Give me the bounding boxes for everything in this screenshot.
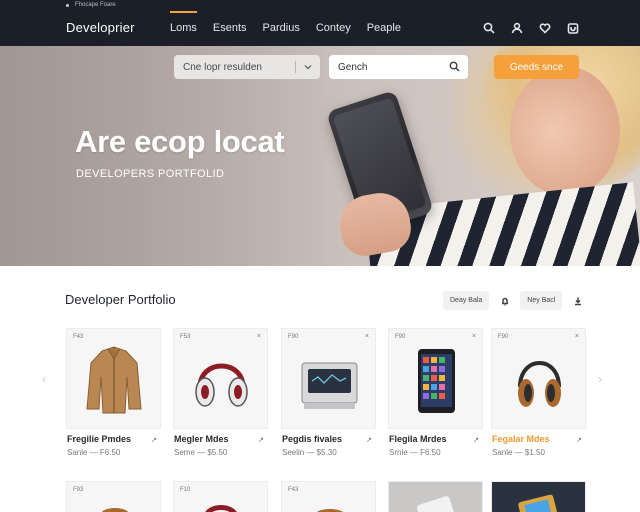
search-icon[interactable] bbox=[449, 61, 460, 72]
hero-cta-button[interactable]: Geeds snce bbox=[494, 55, 579, 79]
nav-link-loms[interactable]: Loms bbox=[168, 11, 199, 34]
hero-face bbox=[510, 66, 620, 196]
product-image[interactable] bbox=[388, 481, 483, 512]
search-icon[interactable] bbox=[482, 21, 496, 35]
top-strip-text: Fhocape Foare bbox=[75, 2, 116, 8]
product-card[interactable]: F43 Fregilie Pmdes Sanle — F6.50 ↗ bbox=[66, 328, 161, 457]
tablet-icon bbox=[418, 349, 455, 413]
heart-icon[interactable] bbox=[538, 21, 552, 35]
page: Fhocape Foare Developrier Loms Esents Pa… bbox=[0, 0, 640, 512]
carousel-next-icon[interactable]: › bbox=[598, 372, 608, 386]
product-card[interactable] bbox=[491, 481, 586, 512]
product-card[interactable]: F53 × Megler Mdes Seme — $5.50 ↗ bbox=[173, 328, 268, 457]
product-thumb-icon bbox=[101, 508, 129, 512]
jacket-icon bbox=[86, 346, 142, 414]
hero-banner: Cne lopr resulden Geeds snce Are ecop lo… bbox=[0, 46, 640, 266]
hero-search-input[interactable] bbox=[338, 61, 438, 73]
nav-link-contey[interactable]: Contey bbox=[314, 22, 353, 34]
product-thumb-icon bbox=[518, 494, 558, 512]
arrow-icon[interactable]: ↗ bbox=[258, 436, 264, 444]
section-title: Developer Portfolio bbox=[65, 292, 176, 307]
product-image[interactable]: F90 × bbox=[491, 328, 586, 429]
product-price: Seelin — $5.30 bbox=[282, 448, 337, 457]
product-price: Srnie — F6.50 bbox=[389, 448, 441, 457]
product-card[interactable] bbox=[388, 481, 483, 512]
nav-link-pardius[interactable]: Pardius bbox=[261, 22, 302, 34]
filter-button[interactable]: Ney Bacl bbox=[520, 291, 563, 310]
product-image[interactable] bbox=[491, 481, 586, 512]
brand-logo[interactable]: Developrier bbox=[66, 20, 135, 35]
product-card[interactable]: F10 bbox=[173, 481, 268, 512]
navbar: Developrier Loms Esents Pardius Contey P… bbox=[0, 10, 640, 46]
select-divider bbox=[295, 61, 296, 73]
category-select-value: Cne lopr resulden bbox=[183, 61, 262, 73]
product-name[interactable]: Megler Mdes bbox=[174, 434, 229, 444]
product-thumb-icon bbox=[316, 509, 344, 512]
arrow-icon[interactable]: ↗ bbox=[366, 436, 372, 444]
sort-button[interactable]: Deay Bala bbox=[443, 291, 490, 310]
product-name[interactable]: Pegdis fivales bbox=[282, 434, 342, 444]
product-image[interactable]: F90 × bbox=[281, 328, 376, 429]
product-name[interactable]: Flegila Mrdes bbox=[389, 434, 447, 444]
product-card[interactable]: F90 × Flegila Mrdes Srnie — F6.50 ↗ bbox=[388, 328, 483, 457]
category-select[interactable]: Cne lopr resulden bbox=[174, 55, 320, 79]
arrow-icon[interactable]: ↗ bbox=[576, 436, 582, 444]
top-strip: Fhocape Foare bbox=[0, 0, 640, 10]
arrow-icon[interactable]: ↗ bbox=[473, 436, 479, 444]
download-icon[interactable] bbox=[568, 291, 587, 310]
nav-links: Loms Esents Pardius Contey Peaple bbox=[168, 10, 403, 46]
product-name[interactable]: Fegalar Mdes bbox=[492, 434, 550, 444]
product-card[interactable]: F93 bbox=[66, 481, 161, 512]
headphones-icon bbox=[518, 361, 561, 407]
hero-search-box[interactable] bbox=[329, 55, 468, 79]
product-price: Sanle — F6.50 bbox=[67, 448, 121, 457]
user-icon[interactable] bbox=[510, 21, 524, 35]
product-price: Sanle — $1.50 bbox=[492, 448, 545, 457]
section-tools: Deay Bala Ney Bacl bbox=[443, 291, 587, 310]
product-thumb-icon bbox=[416, 496, 456, 512]
cart-icon[interactable] bbox=[566, 21, 580, 35]
product-card[interactable]: F43 bbox=[281, 481, 376, 512]
product-image[interactable]: F90 × bbox=[388, 328, 483, 429]
product-name[interactable]: Fregilie Pmdes bbox=[67, 434, 131, 444]
nav-link-peaple[interactable]: Peaple bbox=[365, 22, 403, 34]
chevron-down-icon bbox=[304, 65, 312, 70]
arrow-icon[interactable]: ↗ bbox=[151, 436, 157, 444]
info-icon bbox=[66, 3, 69, 7]
product-card[interactable]: F90 × Pegdis fivales Seelin — $5.30 ↗ bbox=[281, 328, 376, 457]
carousel-prev-icon[interactable]: ‹ bbox=[42, 372, 52, 386]
product-thumb-icon bbox=[205, 505, 237, 512]
product-image[interactable]: F53 × bbox=[173, 328, 268, 429]
product-image[interactable]: F43 bbox=[281, 481, 376, 512]
product-image[interactable]: F10 bbox=[173, 481, 268, 512]
nav-icons bbox=[482, 10, 580, 46]
nav-link-esents[interactable]: Esents bbox=[211, 22, 249, 34]
product-price: Seme — $5.50 bbox=[174, 448, 228, 457]
headphones-icon bbox=[195, 363, 248, 407]
hero-subtitle: DEVELOPERS PORTFOLID bbox=[76, 168, 225, 180]
product-image[interactable]: F43 bbox=[66, 328, 161, 429]
product-card[interactable]: F90 × Fegalar Mdes Sanle — $1.50 ↗ bbox=[491, 328, 586, 457]
product-image[interactable]: F93 bbox=[66, 481, 161, 512]
bell-icon[interactable] bbox=[495, 291, 514, 310]
hero-title: Are ecop locat bbox=[75, 124, 285, 159]
printer-icon bbox=[301, 362, 358, 409]
